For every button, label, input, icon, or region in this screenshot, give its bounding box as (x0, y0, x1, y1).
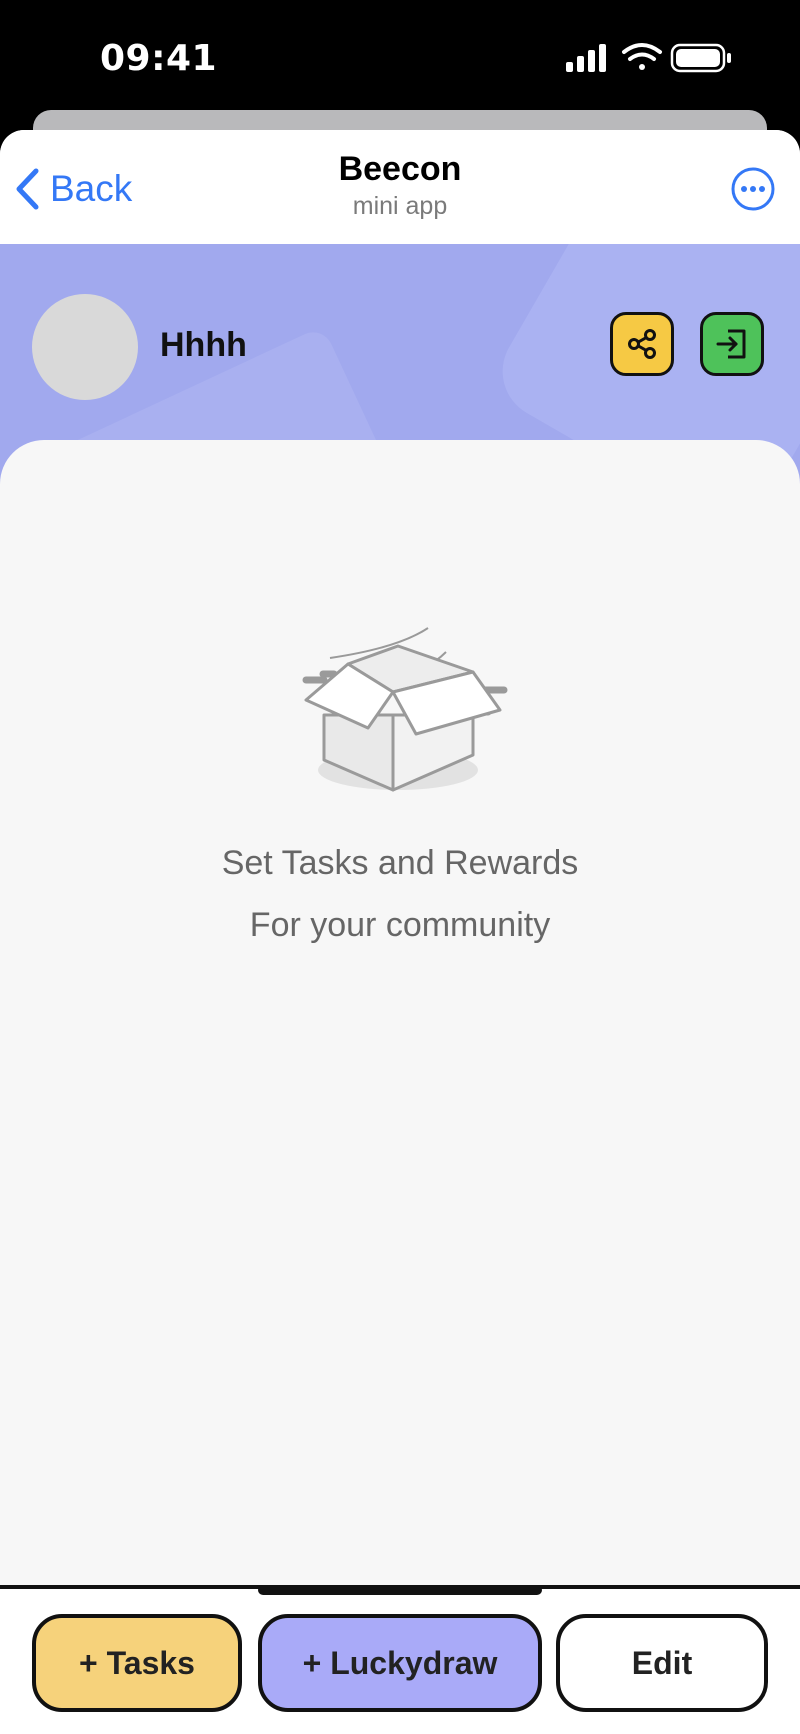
add-tasks-button[interactable]: + Tasks (32, 1614, 242, 1712)
share-icon (628, 329, 656, 359)
share-button[interactable] (610, 312, 674, 376)
empty-state-title: Set Tasks and Rewards (221, 844, 579, 882)
wifi-icon (622, 43, 662, 70)
more-options-button[interactable] (730, 166, 776, 212)
tasks-content-area: Set Tasks and Rewards For your community (0, 440, 800, 1590)
app-subtitle: mini app (352, 192, 448, 220)
community-name: Hhhh (160, 326, 247, 364)
exit-button[interactable] (700, 312, 764, 376)
home-indicator (258, 1585, 542, 1595)
status-bar: 09:41 (0, 0, 800, 110)
avatar[interactable] (32, 294, 138, 400)
edit-button[interactable]: Edit (556, 1614, 768, 1712)
app-title: Beecon (338, 150, 462, 188)
battery-icon (670, 43, 731, 73)
exit-icon (716, 329, 746, 359)
status-time: 09:41 (100, 38, 218, 79)
empty-box-icon (288, 620, 512, 815)
mini-app-sheet: Back Beecon mini app Hhhh Set Tasks and … (0, 130, 800, 1734)
add-luckydraw-button[interactable]: + Luckydraw (258, 1614, 542, 1712)
signal-icon (566, 44, 606, 72)
navigation-bar: Back Beecon mini app (0, 130, 800, 244)
more-icon (731, 167, 775, 211)
status-icons (566, 42, 736, 74)
empty-state-subtitle: For your community (249, 906, 551, 944)
bottom-action-bar: + Tasks + Luckydraw Edit (0, 1585, 800, 1734)
